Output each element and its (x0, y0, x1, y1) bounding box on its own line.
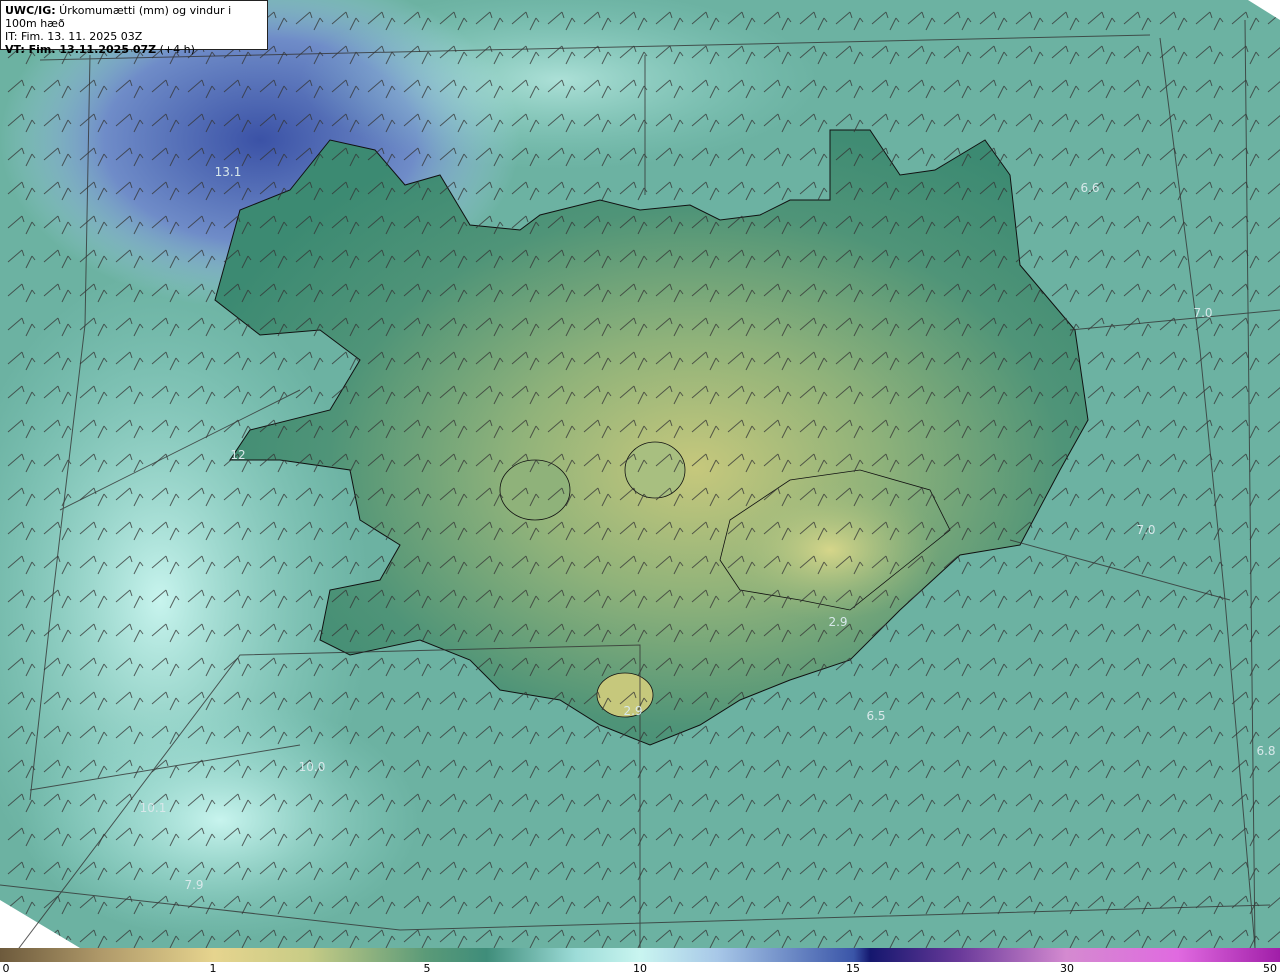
colorbar-tick: 0 (2, 962, 10, 975)
value-label: 2.9 (828, 615, 847, 629)
map-title-box: UWC/IG: Úrkomumætti (mm) og vindur i 100… (0, 0, 268, 56)
issue-time: IT: Fim. 13. 11. 2025 03Z (5, 30, 143, 43)
map-title: UWC/IG: Úrkomumætti (mm) og vindur i 100… (5, 4, 232, 30)
value-label: 10.1 (140, 801, 167, 815)
colorbar-tick: 30 (1060, 962, 1074, 975)
value-label: 7.0 (1136, 523, 1155, 537)
colorbar-tick: 15 (846, 962, 860, 975)
precipitation-map: 13.1 6.6 7.0 7.0 6.5 6.8 10.0 10.1 7.9 2… (0, 0, 1280, 948)
value-label: 13.1 (215, 165, 242, 179)
colorbar-tick: 50 (1263, 962, 1277, 975)
colorbar (0, 948, 1280, 962)
colorbar-tick: 1 (209, 962, 217, 975)
value-label: 10.0 (299, 760, 326, 774)
value-label: 6.8 (1256, 744, 1275, 758)
value-label: 6.6 (1080, 181, 1099, 195)
colorbar-tick: 5 (423, 962, 431, 975)
value-label: 12 (230, 448, 245, 462)
valid-time: VT: Fim. 13.11.2025 07Z (+4 h) (5, 43, 195, 56)
colorbar-tick: 10 (633, 962, 647, 975)
value-label: 6.5 (866, 709, 885, 723)
value-label: 7.9 (184, 878, 203, 892)
value-label: 7.0 (1193, 306, 1212, 320)
value-label: 2.9 (623, 704, 642, 718)
